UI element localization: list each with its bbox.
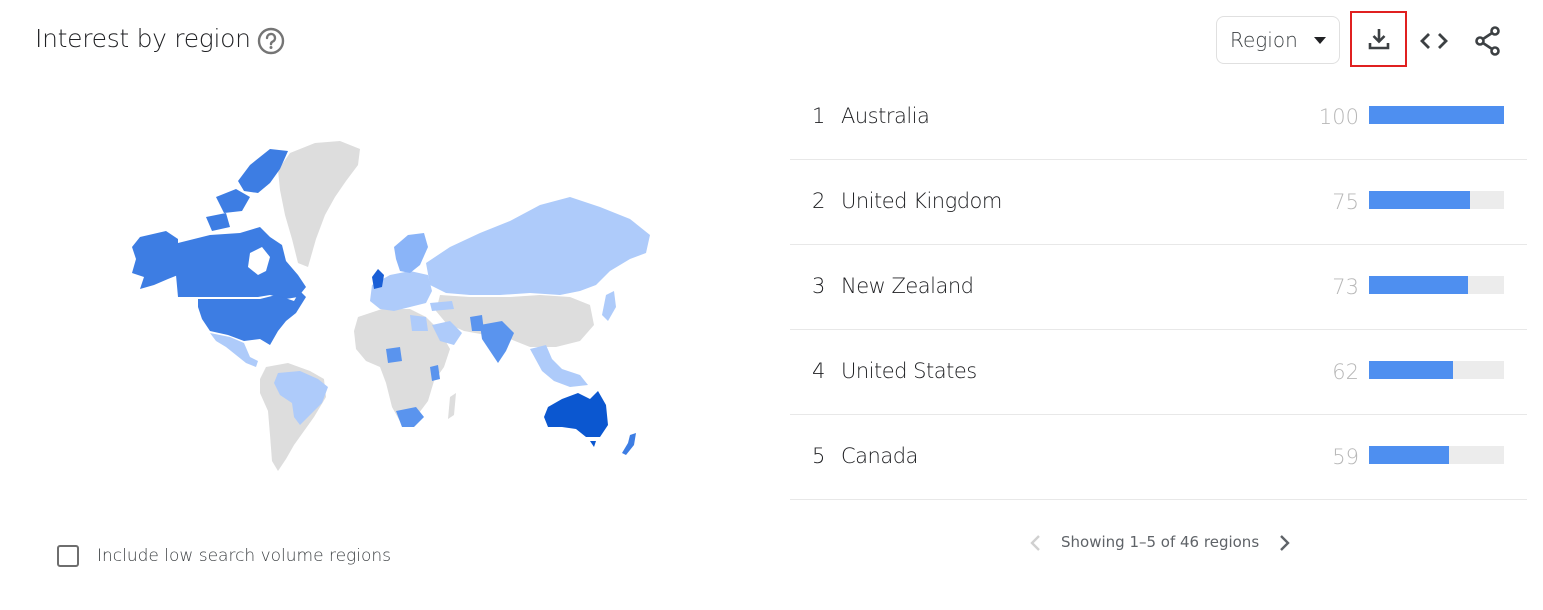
map-region-southeast-asia[interactable] xyxy=(530,345,588,387)
value-bar xyxy=(1369,361,1504,379)
map-region-scandinavia[interactable] xyxy=(394,233,428,273)
row-rank: 5 xyxy=(812,444,826,468)
value-bar-fill xyxy=(1369,106,1504,124)
value-bar-fill xyxy=(1369,191,1471,209)
table-row[interactable]: 5 Canada 59 xyxy=(790,415,1527,500)
map-region-canada[interactable] xyxy=(176,227,306,299)
low-volume-label: Include low search volume regions xyxy=(97,546,392,566)
row-region-name[interactable]: Canada xyxy=(841,444,918,468)
map-region-canada-islands[interactable] xyxy=(206,149,288,231)
help-circle-icon[interactable] xyxy=(256,26,286,56)
table-row[interactable]: 3 New Zealand 73 xyxy=(790,245,1527,330)
table-row[interactable]: 1 Australia 100 xyxy=(790,75,1527,160)
value-bar xyxy=(1369,276,1504,294)
map-region-australia[interactable] xyxy=(544,391,608,437)
embed-button[interactable] xyxy=(1414,21,1454,61)
row-value: 100 xyxy=(1318,105,1359,129)
row-rank: 2 xyxy=(812,189,826,213)
share-button[interactable] xyxy=(1468,21,1508,61)
map-region-alaska[interactable] xyxy=(132,231,178,289)
resolution-dropdown[interactable]: Region xyxy=(1216,16,1340,64)
map-region-russia[interactable] xyxy=(426,197,650,295)
value-bar xyxy=(1369,191,1504,209)
row-value: 75 xyxy=(1332,190,1359,214)
chevron-right-icon xyxy=(1280,535,1290,551)
map-region-pakistan[interactable] xyxy=(470,315,484,331)
row-region-name[interactable]: United States xyxy=(841,359,977,383)
pagination-status: Showing 1–5 of 46 regions xyxy=(1061,533,1260,551)
region-list: 1 Australia 100 2 United Kingdom 75 3 Ne… xyxy=(790,75,1527,500)
table-row[interactable]: 4 United States 62 xyxy=(790,330,1527,415)
map-region-greenland[interactable] xyxy=(278,141,360,267)
row-region-name[interactable]: Australia xyxy=(841,104,930,128)
row-rank: 3 xyxy=(812,274,826,298)
chevron-down-icon xyxy=(1314,37,1326,44)
world-map[interactable] xyxy=(110,135,670,485)
table-row[interactable]: 2 United Kingdom 75 xyxy=(790,160,1527,245)
previous-page-button xyxy=(1024,530,1048,556)
value-bar xyxy=(1369,446,1504,464)
row-value: 73 xyxy=(1332,275,1359,299)
low-volume-checkbox[interactable] xyxy=(57,545,79,567)
page-title: Interest by region xyxy=(35,24,251,53)
row-value: 59 xyxy=(1332,445,1359,469)
next-page-button[interactable] xyxy=(1272,530,1296,556)
value-bar-fill xyxy=(1369,361,1453,379)
chevron-left-icon xyxy=(1030,535,1040,551)
map-region-madagascar[interactable] xyxy=(448,393,456,419)
pagination: Showing 1–5 of 46 regions xyxy=(1020,528,1300,558)
row-region-name[interactable]: United Kingdom xyxy=(841,189,1002,213)
map-region-egypt[interactable] xyxy=(410,315,428,331)
map-region-new-zealand[interactable] xyxy=(622,433,636,455)
value-bar-fill xyxy=(1369,446,1449,464)
low-volume-checkbox-row[interactable]: Include low search volume regions xyxy=(57,545,391,567)
map-region-japan[interactable] xyxy=(602,291,616,321)
map-region-asia[interactable] xyxy=(436,295,594,347)
value-bar xyxy=(1369,106,1504,124)
share-icon xyxy=(1475,26,1500,56)
value-bar-fill xyxy=(1369,276,1468,294)
download-icon xyxy=(1368,29,1389,50)
download-button[interactable] xyxy=(1350,11,1407,67)
row-rank: 1 xyxy=(812,104,826,128)
resolution-dropdown-value: Region xyxy=(1230,28,1298,52)
code-embed-icon xyxy=(1420,33,1448,49)
row-rank: 4 xyxy=(812,359,826,383)
row-value: 62 xyxy=(1332,360,1359,384)
row-region-name[interactable]: New Zealand xyxy=(841,274,974,298)
map-region-nigeria[interactable] xyxy=(386,347,402,363)
